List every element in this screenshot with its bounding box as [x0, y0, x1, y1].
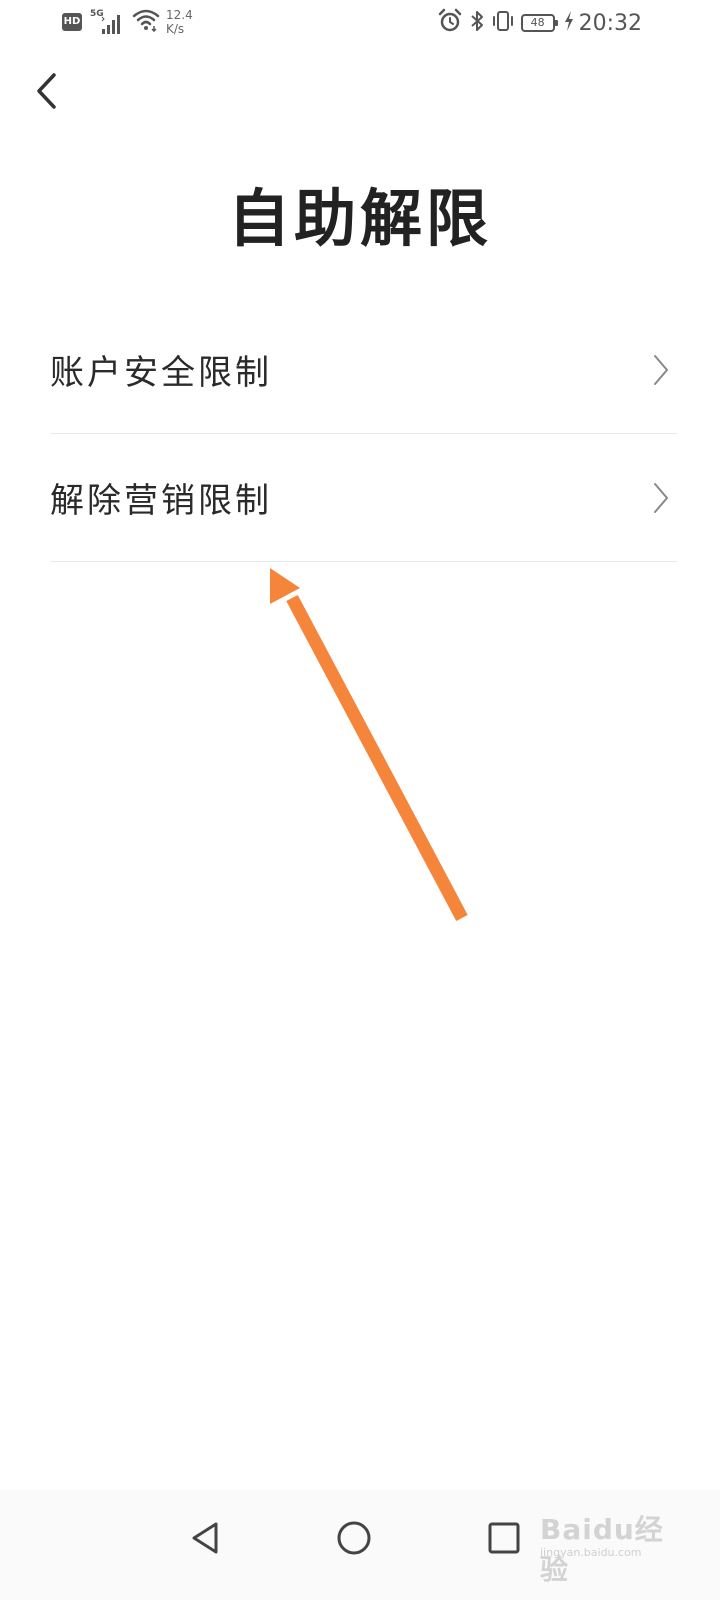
- vibrate-icon: [491, 9, 515, 37]
- battery-icon: 48: [520, 14, 558, 32]
- wifi-icon: [132, 8, 160, 36]
- menu-item-label: 解除营销限制: [50, 481, 272, 521]
- menu-item-account-security[interactable]: 账户安全限制: [50, 306, 677, 434]
- speed-value: 12.4: [166, 8, 193, 22]
- status-bar-right: 48 20:32: [437, 8, 642, 38]
- triangle-back-icon: [192, 1522, 218, 1554]
- bluetooth-icon: [469, 9, 485, 37]
- network-type: 5G: [90, 9, 104, 19]
- status-bar: HD 5G 12.4 K/s 48 20:32: [0, 0, 720, 50]
- circle-home-icon: [337, 1521, 371, 1555]
- menu-item-remove-marketing[interactable]: 解除营销限制: [50, 434, 677, 562]
- speed-unit: K/s: [166, 22, 185, 36]
- alarm-icon: [437, 8, 463, 38]
- nav-back-button[interactable]: [175, 1508, 235, 1568]
- charging-icon: [563, 10, 575, 36]
- clock: 20:32: [578, 10, 642, 36]
- baidu-watermark: Baidu经验 jingyan.baidu.com: [540, 1502, 680, 1586]
- back-button[interactable]: [22, 66, 70, 116]
- status-bar-left: HD 5G 12.4 K/s: [62, 8, 193, 36]
- page-title: 自助解限: [227, 182, 492, 255]
- menu-item-label: 账户安全限制: [50, 353, 272, 393]
- screen: HD 5G 12.4 K/s 48 20:32 自助解限 账户安全限制 解除营销…: [0, 0, 720, 1600]
- watermark-sub: jingyan.baidu.com: [540, 1546, 642, 1559]
- chevron-right-icon: [654, 354, 668, 385]
- chevron-left-icon: [37, 73, 56, 109]
- network-speed: 12.4 K/s: [166, 8, 193, 36]
- hd-badge: HD: [62, 13, 82, 31]
- square-recents-icon: [488, 1522, 520, 1554]
- menu-list: 账户安全限制 解除营销限制: [50, 306, 677, 562]
- nav-home-button[interactable]: [324, 1508, 384, 1568]
- chevron-right-icon: [654, 482, 668, 513]
- nav-recents-button[interactable]: [474, 1508, 534, 1568]
- signal-icon: 5G: [90, 9, 126, 35]
